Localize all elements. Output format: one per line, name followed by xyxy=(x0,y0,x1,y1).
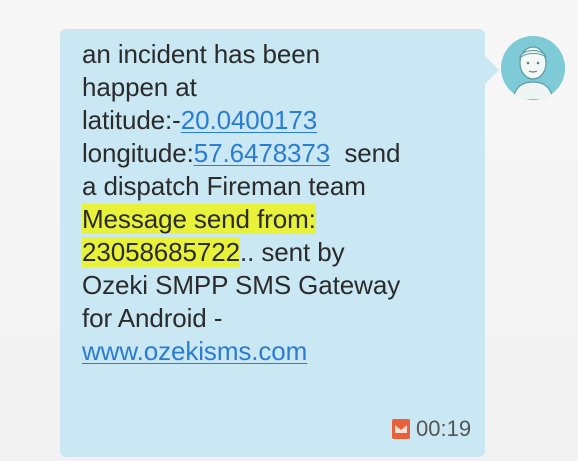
message-text: .. sent by xyxy=(239,237,345,267)
highlighted-phone-number: 23058685722 xyxy=(82,237,240,267)
message-text: send xyxy=(330,138,401,168)
message-line: longitude:57.6478373 send xyxy=(82,137,482,170)
message-text: an incident has been xyxy=(82,39,320,69)
message-line: 23058685722.. sent by xyxy=(82,236,482,269)
person-avatar-graphic xyxy=(501,36,565,100)
longitude-link[interactable]: 57.6478373 xyxy=(194,138,330,168)
message-line: happen at xyxy=(82,71,482,104)
message-line: an incident has been xyxy=(82,38,482,71)
message-time: 00:19 xyxy=(416,416,472,441)
sms-icon xyxy=(392,419,410,439)
latitude-label: latitude:- xyxy=(82,105,181,135)
message-meta: 00:19 xyxy=(392,416,472,441)
longitude-label: longitude: xyxy=(82,138,194,168)
person-avatar-icon[interactable] xyxy=(501,36,565,100)
message-text: happen at xyxy=(82,72,197,102)
message-text: a dispatch Fireman team xyxy=(82,171,366,201)
message-line: www.ozekisms.com xyxy=(82,335,482,368)
latitude-link[interactable]: 20.0400173 xyxy=(181,105,317,135)
message-body: an incident has been happen at latitude:… xyxy=(82,38,482,368)
message-line: latitude:-20.0400173 xyxy=(82,104,482,137)
message-line: Ozeki SMPP SMS Gateway xyxy=(82,269,482,302)
message-line: for Android - xyxy=(82,302,482,335)
message-text: Ozeki SMPP SMS Gateway xyxy=(82,270,401,300)
message-text: for Android - xyxy=(82,303,223,333)
message-line: Message send from: xyxy=(82,203,482,236)
highlighted-text: Message send from: xyxy=(82,204,316,234)
bubble-tail xyxy=(485,56,499,84)
message-line: a dispatch Fireman team xyxy=(82,170,482,203)
website-link[interactable]: www.ozekisms.com xyxy=(82,336,307,366)
